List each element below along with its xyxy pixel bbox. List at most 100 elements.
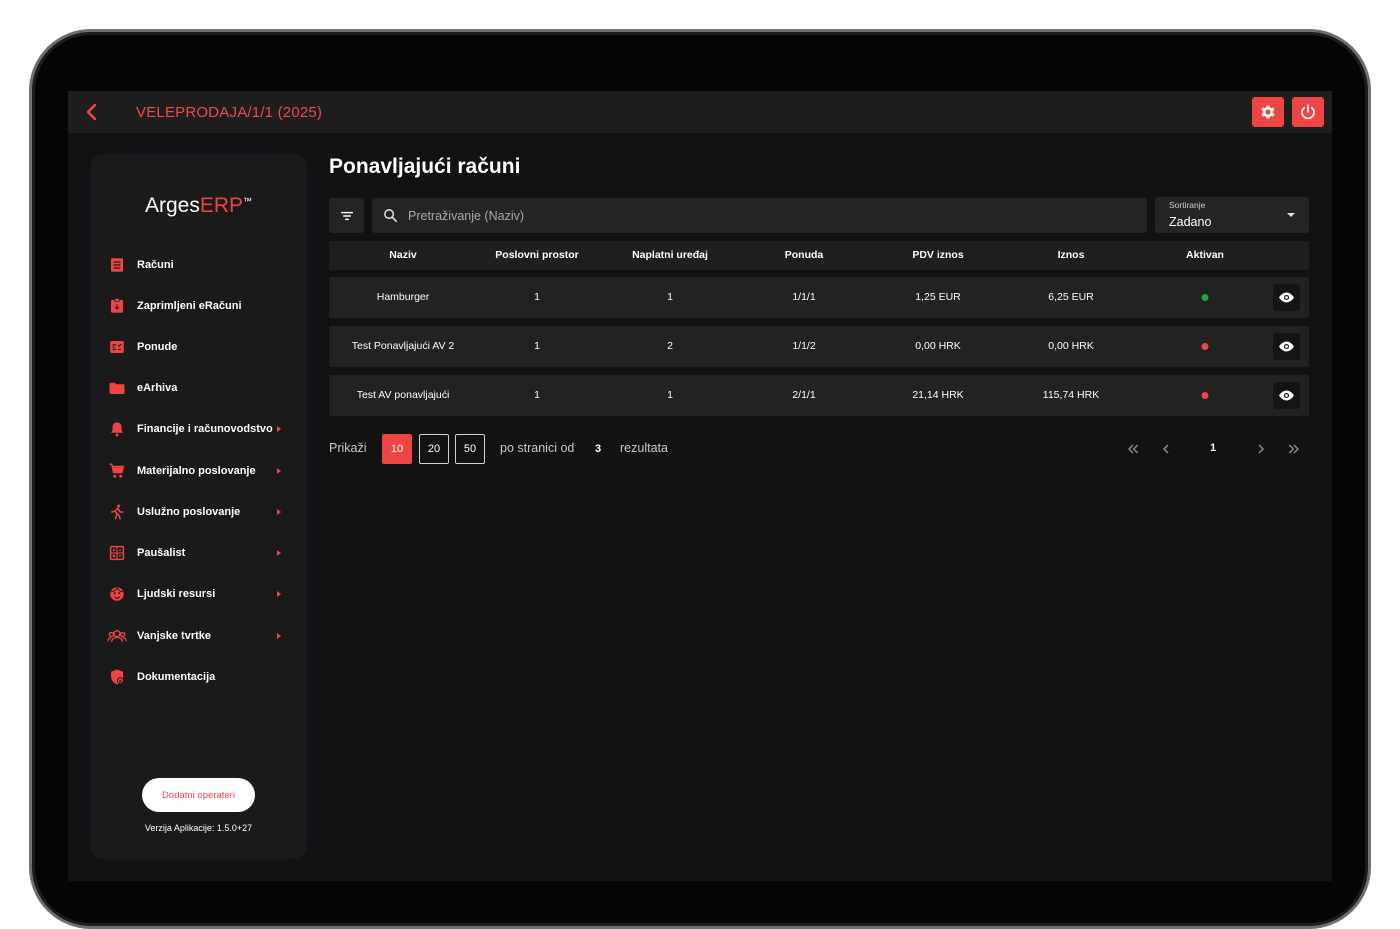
filter-button[interactable]	[329, 198, 364, 233]
company-title: VELEPRODAJA/1/1 (2025)	[136, 104, 323, 121]
sidebar-item-materijalno[interactable]: Materijalno poslovanje	[107, 456, 289, 486]
current-page-number[interactable]: 1	[1208, 442, 1218, 454]
sidebar-item-usluzno[interactable]: Uslužno poslovanje	[107, 497, 289, 527]
folder-icon	[107, 378, 127, 398]
cell-poslovni-prostor: 1	[534, 340, 540, 352]
table-row[interactable]: Test AV ponavljajući 1 1 2/1/1 21,14 HRK…	[329, 375, 1309, 416]
cell-pdv-iznos: 1,25 EUR	[915, 291, 961, 303]
previous-page-button[interactable]	[1158, 441, 1174, 457]
cell-ponuda: 1/1/2	[792, 340, 816, 352]
cell-iznos: 115,74 HRK	[1042, 389, 1100, 401]
column-header-naplatni-uredaj[interactable]: Naplatni uređaj	[632, 241, 708, 270]
sort-value: Zadano	[1169, 215, 1212, 229]
table-header: Naziv Poslovni prostor Naplatni uređaj P…	[329, 241, 1309, 270]
view-button[interactable]	[1273, 333, 1300, 360]
search-input[interactable]	[408, 198, 1128, 233]
table-row[interactable]: Hamburger 1 1 1/1/1 1,25 EUR 6,25 EUR	[329, 277, 1309, 318]
column-header-iznos[interactable]: Iznos	[1058, 241, 1085, 270]
chevron-left-icon	[86, 103, 97, 121]
eye-icon	[1279, 341, 1294, 352]
sidebar-item-vanjske-tvrtke[interactable]: Vanjske tvrtke	[107, 621, 289, 651]
column-header-poslovni-prostor[interactable]: Poslovni prostor	[495, 241, 578, 270]
column-header-ponuda[interactable]: Ponuda	[785, 241, 824, 270]
cart-icon	[107, 461, 127, 481]
sidebar-item-financije[interactable]: Financije i računovodstvo	[107, 414, 289, 444]
submenu-arrow-icon	[277, 426, 281, 432]
search-bar	[372, 198, 1147, 233]
calculator-icon	[107, 543, 127, 563]
submenu-arrow-icon	[277, 633, 281, 639]
double-chevron-left-icon	[1127, 444, 1139, 454]
page-size-50-button[interactable]: 50	[455, 434, 485, 464]
cell-naziv: Test Ponavljajući AV 2	[351, 340, 455, 352]
gear-icon	[1261, 105, 1275, 119]
cell-pdv-iznos: 0,00 HRK	[915, 340, 961, 352]
cell-ponuda: 2/1/1	[792, 389, 816, 401]
logout-button[interactable]	[1292, 97, 1324, 127]
column-header-pdv-iznos[interactable]: PDV iznos	[912, 241, 963, 270]
back-button[interactable]	[80, 100, 104, 124]
extra-operators-button[interactable]: Dodatni operateri	[142, 778, 255, 812]
eye-icon	[1279, 292, 1294, 303]
active-status-dot	[1201, 294, 1209, 301]
first-page-button[interactable]	[1125, 441, 1141, 457]
sidebar-item-pausalist[interactable]: Paušalist	[107, 538, 289, 568]
submenu-arrow-icon	[277, 591, 281, 597]
table-row[interactable]: Test Ponavljajući AV 2 1 2 1/1/2 0,00 HR…	[329, 326, 1309, 367]
column-header-aktivan[interactable]: Aktivan	[1186, 241, 1224, 270]
sidebar-item-racuni[interactable]: Računi	[107, 250, 289, 280]
page-title: Ponavljajući računi	[329, 155, 521, 178]
face-icon	[107, 584, 127, 604]
page-size-20-button[interactable]: 20	[419, 434, 449, 464]
active-status-dot	[1201, 392, 1209, 399]
eye-icon	[1279, 390, 1294, 401]
app-version: Verzija Aplikacije: 1.5.0+27	[144, 823, 253, 833]
filter-icon	[340, 211, 353, 220]
cell-naplatni-uredaj: 2	[667, 340, 673, 352]
bell-icon	[107, 419, 127, 439]
next-page-button[interactable]	[1253, 441, 1269, 457]
sort-label: Sortiranje	[1169, 200, 1206, 210]
cell-naplatni-uredaj: 1	[667, 389, 673, 401]
sort-dropdown[interactable]: Sortiranje Zadano	[1155, 197, 1309, 233]
cell-poslovni-prostor: 1	[534, 389, 540, 401]
group-icon	[107, 626, 127, 646]
power-icon	[1301, 104, 1315, 120]
cell-ponuda: 1/1/1	[792, 291, 816, 303]
chevron-right-icon	[1258, 444, 1265, 454]
page-size-10-button[interactable]: 10	[382, 434, 412, 464]
running-icon	[107, 502, 127, 522]
submenu-arrow-icon	[277, 509, 281, 515]
view-button[interactable]	[1273, 382, 1300, 409]
last-page-button[interactable]	[1286, 441, 1302, 457]
shield-lock-icon	[107, 667, 127, 687]
column-header-naziv[interactable]: Naziv	[389, 241, 416, 270]
search-icon	[384, 209, 398, 223]
total-results-count: 3	[595, 443, 602, 455]
cell-naziv: Test AV ponavljajući	[356, 389, 450, 401]
show-label: Prikaži	[329, 441, 367, 455]
cell-naziv: Hamburger	[376, 291, 430, 303]
settings-button[interactable]	[1252, 97, 1284, 127]
cell-pdv-iznos: 21,14 HRK	[912, 389, 964, 401]
sidebar-item-ljudski-resursi[interactable]: Ljudski resursi	[107, 579, 289, 609]
sidebar-item-zaprimljeni-eracuni[interactable]: Zaprimljeni eRačuni	[107, 291, 289, 321]
submenu-arrow-icon	[277, 468, 281, 474]
dropdown-arrow-icon	[1287, 213, 1295, 217]
results-label: rezultata	[620, 441, 668, 455]
sidebar-item-ponude[interactable]: Ponude	[107, 332, 289, 362]
cell-iznos: 0,00 HRK	[1048, 340, 1094, 352]
active-status-dot	[1201, 343, 1209, 350]
offer-list-icon	[107, 337, 127, 357]
cell-poslovni-prostor: 1	[534, 291, 540, 303]
sidebar-item-dokumentacija[interactable]: Dokumentacija	[107, 662, 289, 692]
view-button[interactable]	[1273, 284, 1300, 311]
receipt-icon	[107, 255, 127, 275]
sidebar-item-earhiva[interactable]: eArhiva	[107, 373, 289, 403]
sidebar: ArgesERP™ Računi Zaprimljeni eRačuni Pon…	[90, 154, 307, 859]
app-logo: ArgesERP™	[144, 194, 253, 217]
app-screen: VELEPRODAJA/1/1 (2025) ArgesERP™ Računi …	[68, 91, 1332, 881]
per-page-label: po stranici od	[500, 441, 575, 455]
double-chevron-right-icon	[1288, 444, 1300, 454]
cell-naplatni-uredaj: 1	[667, 291, 673, 303]
